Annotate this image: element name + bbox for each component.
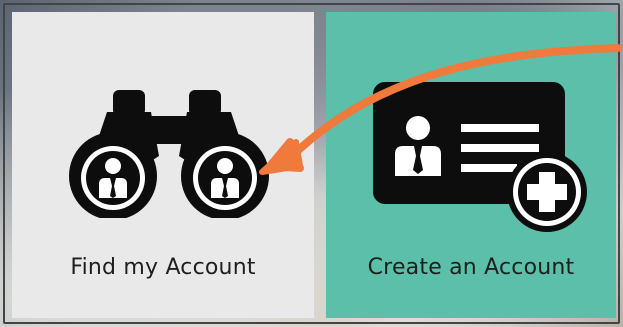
create-account-label: Create an Account bbox=[367, 255, 575, 280]
find-account-tile[interactable]: Find my Account bbox=[12, 12, 314, 318]
find-account-label: Find my Account bbox=[70, 255, 256, 280]
binoculars-icon bbox=[69, 90, 269, 218]
id-card-add-icon bbox=[373, 82, 587, 232]
create-account-tile[interactable]: Create an Account bbox=[326, 12, 616, 318]
